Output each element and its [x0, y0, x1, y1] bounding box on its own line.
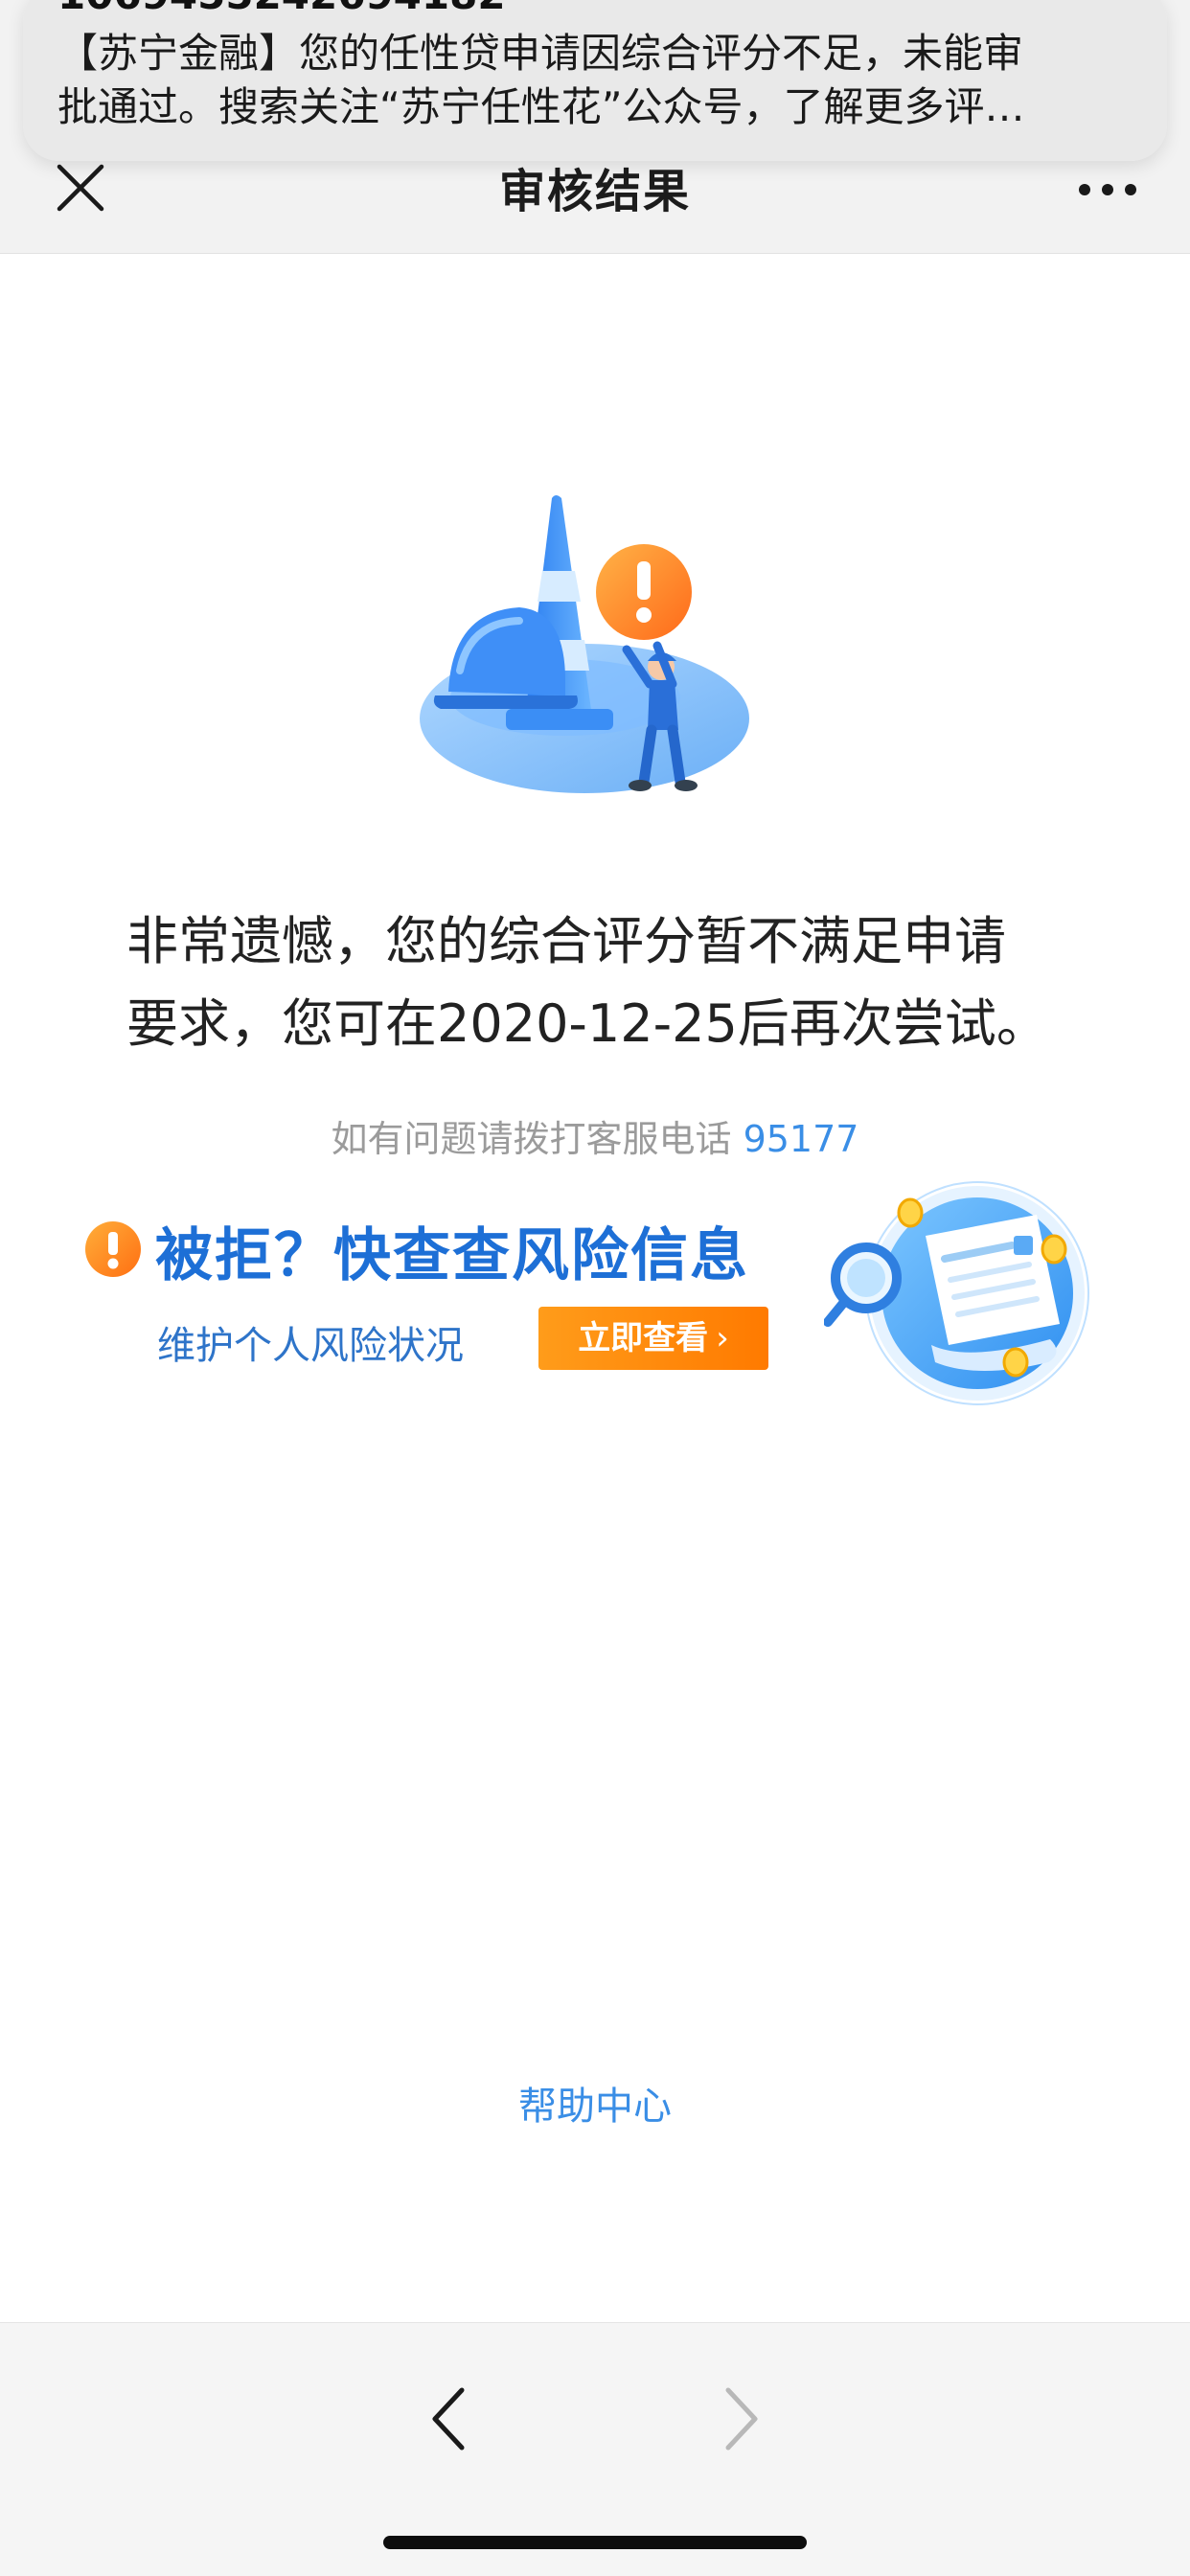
hotline-number-link[interactable]: 95177 — [744, 1118, 859, 1160]
customer-service-hotline: 如有问题请拨打客服电话 95177 — [0, 1109, 1190, 1162]
view-now-button-label: 立即查看 — [578, 1319, 709, 1357]
chevron-right-icon — [725, 2387, 758, 2451]
hotline-label: 如有问题请拨打客服电话 — [331, 1118, 732, 1160]
result-message: 非常遗憾，您的综合评分暂不满足申请 要求，您可在2020-12-25后再次尝试。 — [126, 900, 1065, 1065]
bottom-toolbar — [0, 2322, 1190, 2576]
home-indicator[interactable] — [383, 2536, 807, 2549]
more-dots-icon[interactable] — [1077, 178, 1138, 201]
risk-check-banner[interactable]: 被拒？快查查风险信息 维护个人风险状况 立即查看 › — [80, 1174, 1115, 1414]
notification-text-line-1: 【苏宁金融】您的任性贷申请因综合评分不足，未能审 — [57, 30, 1024, 77]
sms-notification-banner[interactable]: 1069455242694182 【苏宁金融】您的任性贷申请因综合评分不足，未能… — [23, 0, 1167, 161]
exclamation-circle-icon — [85, 1221, 141, 1277]
review-failed-illustration — [420, 495, 749, 793]
page-title: 审核结果 — [498, 165, 691, 218]
chevron-right-icon: › — [716, 1319, 729, 1357]
notification-sender: 1069455242694182 — [57, 0, 506, 18]
risk-banner-title: 被拒？快查查风险信息 — [155, 1222, 749, 1289]
result-message-line-2: 要求，您可在2020-12-25后再次尝试。 — [126, 993, 1048, 1054]
risk-banner-subtitle: 维护个人风险状况 — [157, 1324, 464, 1368]
notification-text-line-2: 批通过。搜索关注“苏宁任性花”公众号，了解更多评… — [57, 83, 1025, 130]
help-center-link[interactable]: 帮助中心 — [0, 2075, 1190, 2131]
chevron-left-icon[interactable] — [420, 2381, 477, 2457]
view-now-button[interactable]: 立即查看 › — [538, 1307, 768, 1370]
result-message-line-1: 非常遗憾，您的综合评分暂不满足申请 — [126, 911, 1006, 971]
document-magnifier-illustration — [824, 1181, 1089, 1405]
